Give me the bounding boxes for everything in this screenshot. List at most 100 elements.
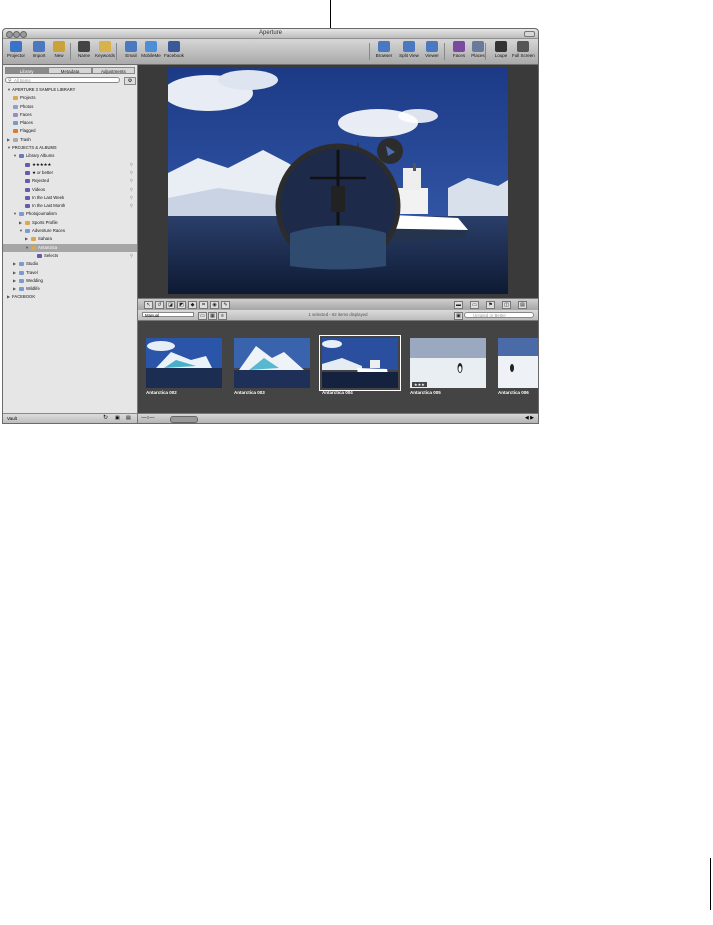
sidebar-item[interactable]: ▶ Wedding [3,277,137,285]
disclosure-triangle-icon[interactable]: ▶ [13,260,16,268]
sidebar-item[interactable]: Videos ⚲ [3,186,137,194]
toolbar-full-screen-button[interactable]: Full Screen [512,40,535,63]
list-view-button[interactable]: ≡ [218,312,227,320]
view-mode-button[interactable]: ◫ [502,301,511,309]
grid-view-button[interactable]: ▦ [208,312,217,320]
toolbar-split-view-button[interactable]: Split View [398,40,420,63]
smart-album-search-icon: ⚲ [129,169,133,175]
straighten-tool-button[interactable]: ◆ [188,301,197,309]
main-photo[interactable] [168,68,508,294]
sidebar-item[interactable]: Faces [3,111,137,119]
library-search-input[interactable]: ⚲ All Items [5,77,120,84]
disclosure-triangle-icon[interactable]: ▶ [13,285,16,293]
sidebar-item[interactable]: In the Last Month ⚲ [3,202,137,210]
disclosure-triangle-icon[interactable]: ▶ [7,136,10,144]
disclosure-triangle-icon[interactable]: ▶ [7,293,10,301]
toolbar-new-button[interactable]: New [48,40,70,63]
search-placeholder: All Items [14,78,31,83]
sidebar-item[interactable]: Photos [3,103,137,111]
disclosure-triangle-icon[interactable]: ▶ [19,219,22,227]
sidebar-item-label: Flagged [20,128,36,134]
thumbnail[interactable] [498,338,538,388]
sidebar-item[interactable]: ▶ Sahara [3,235,137,243]
sidebar-item[interactable]: ▼ Photojournalism [3,210,137,218]
section-header[interactable]: ▼ PROJECTS & ALBUMS [3,144,137,152]
mobileme-cloud-icon [145,41,157,52]
sidebar-item[interactable]: Selects ⚲ [3,252,137,260]
toolbar-import-button[interactable]: Import [28,40,50,63]
sidebar-item[interactable]: ▶ Studio [3,260,137,268]
toolbar-browser-button[interactable]: Browser [373,40,395,63]
flag-button[interactable]: ⚑ [486,301,495,309]
vault-menu-icon[interactable]: ▤ [126,414,131,423]
toolbar-projector-button[interactable]: Projector [5,40,27,63]
section-header[interactable]: ▶ FACEBOOK [3,293,137,301]
rating-filter-input[interactable]: Unrated or Better [464,312,534,318]
smart-album-search-icon: ⚲ [129,203,133,209]
disclosure-triangle-icon[interactable]: ▶ [25,235,28,243]
toolbar-loupe-button[interactable]: Loupe [490,40,512,63]
sidebar-item[interactable]: ▼ Antarctica [3,243,137,252]
disclosure-triangle-icon[interactable]: ▼ [7,144,11,152]
disclosure-triangle-icon[interactable]: ▼ [25,244,29,252]
lift-tool-button[interactable]: ◩ [177,301,186,309]
toolbar-toggle-button[interactable] [524,31,535,37]
sidebar-item[interactable]: ▼ Adventure Races [3,227,137,235]
sidebar-item[interactable]: ▶ Wildlife [3,285,137,293]
toolbar-viewer-button[interactable]: Viewer [421,40,443,63]
thumbnail-selected[interactable] [319,335,401,391]
horizontal-scrollbar[interactable] [170,416,198,423]
disclosure-triangle-icon[interactable]: ▶ [13,269,16,277]
inspector-button[interactable]: ▤ [518,301,527,309]
scroll-arrows-icon[interactable]: ◀ ▶ [525,415,534,421]
sidebar-item[interactable]: In the Last Week ⚲ [3,194,137,202]
filter-hud-button[interactable]: ▣ [454,312,463,320]
select-tool-button[interactable]: ↖ [144,301,153,309]
disclosure-triangle-icon[interactable]: ▶ [13,277,16,285]
lift-stamp-button[interactable]: ▬ [454,301,463,309]
item-icon [13,129,18,134]
crop-tool-button[interactable]: ⌗ [199,301,208,309]
redeye-tool-button[interactable]: ◉ [210,301,219,309]
sidebar-item[interactable]: Flagged [3,127,137,135]
filmstrip-view-button[interactable]: ▭ [198,312,207,320]
sidebar-item[interactable]: ★ or better ⚲ [3,169,137,177]
tab-metadata[interactable]: Metadata [48,67,92,74]
stamp-tool-button[interactable]: ◪ [166,301,175,309]
sidebar-item[interactable]: ▶ Travel [3,269,137,277]
refresh-icon[interactable]: ↻ [103,414,108,423]
sidebar-item-label: FACEBOOK [12,294,36,300]
rating-badge: ★★★ [412,382,427,387]
tab-adjustments[interactable]: Adjustments [91,67,135,74]
toolbar-name-button[interactable]: Name [73,40,95,63]
disclosure-triangle-icon[interactable]: ▼ [13,152,17,160]
sidebar-item[interactable]: Rejected ⚲ [3,177,137,185]
tab-library[interactable]: Library [5,67,49,74]
toolbar-mobileme-button[interactable]: MobileMe [140,40,162,63]
disclosure-triangle-icon[interactable]: ▼ [7,86,11,94]
sidebar-item[interactable]: ▼ Library Albums [3,152,137,160]
rotate-tool-button[interactable]: ↺ [155,301,164,309]
sidebar-item[interactable]: ▶ Trash [3,136,137,144]
toolbar-email-button[interactable]: Email [120,40,142,63]
disclosure-triangle-icon[interactable]: ▼ [19,227,23,235]
thumbnail[interactable] [234,338,310,388]
toolbar-facebook-button[interactable]: Facebook [163,40,185,63]
sidebar-item[interactable]: ▶ Sports Profile [3,219,137,227]
vault-button-icon[interactable]: ▣ [115,414,120,423]
section-header[interactable]: ▼ APERTURE 3 SAMPLE LIBRARY [3,86,137,94]
print-button[interactable]: ▭ [470,301,479,309]
action-menu-button[interactable]: ⚙ [124,77,136,85]
smart-album-search-icon: ⚲ [129,178,133,184]
item-icon [25,179,30,184]
sidebar-item[interactable]: Projects [3,94,137,102]
thumbnail[interactable]: ★★★ [410,338,486,388]
sidebar-item[interactable]: ★★★★★ ⚲ [3,161,137,169]
sort-select[interactable]: Manual [142,312,194,318]
brush-tool-button[interactable]: ✎ [221,301,230,309]
toolbar-keywords-button[interactable]: Keywords [94,40,116,63]
zoom-slider-icon[interactable]: ◦─○─◦ [141,415,155,421]
thumbnail[interactable] [146,338,222,388]
sidebar-item[interactable]: Places [3,119,137,127]
disclosure-triangle-icon[interactable]: ▼ [13,210,17,218]
